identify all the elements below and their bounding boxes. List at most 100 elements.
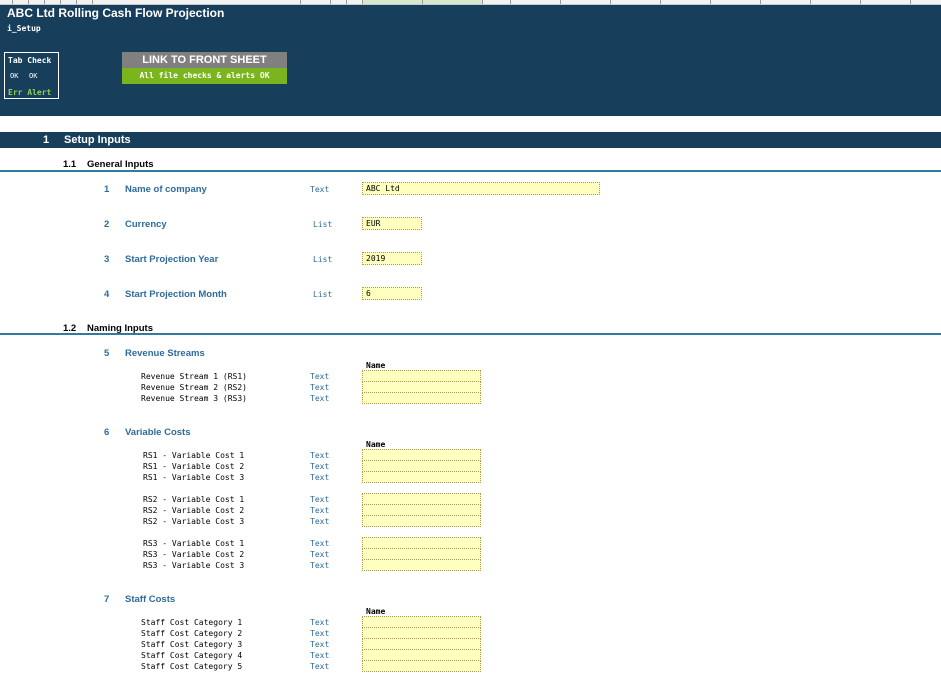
err-alert-label: Err Alert: [8, 88, 52, 97]
input-number: 3: [104, 254, 110, 265]
name-column-header: Name: [366, 361, 386, 370]
variable-cost-name-input[interactable]: [362, 559, 481, 571]
input-number: 5: [104, 348, 110, 359]
company-name-input[interactable]: ABC Ltd: [362, 182, 600, 195]
subsection-title: General Inputs: [87, 159, 154, 170]
column-divider: [362, 0, 363, 4]
column-divider: [710, 0, 711, 4]
row-type: Text: [310, 561, 330, 570]
sheet-name: i_Setup: [7, 24, 41, 33]
name-column-header: Name: [366, 607, 386, 616]
column-divider: [510, 0, 511, 4]
column-divider: [560, 0, 561, 4]
staff-cost-label: Staff Cost Category 3: [141, 640, 243, 649]
column-divider: [330, 0, 331, 4]
input-number: 7: [104, 594, 110, 605]
input-number: 6: [104, 427, 110, 438]
column-divider: [422, 0, 423, 4]
row-type: Text: [310, 506, 330, 515]
row-type: Text: [310, 640, 330, 649]
row-type: Text: [310, 517, 330, 526]
staff-cost-label: Staff Cost Category 1: [141, 618, 243, 627]
start-month-select[interactable]: 6: [362, 287, 422, 300]
variable-cost-name-input[interactable]: [362, 471, 481, 483]
row-type: Text: [310, 473, 330, 482]
variable-costs-title: Variable Costs: [125, 427, 191, 438]
variable-cost-label: RS3 - Variable Cost 1: [143, 539, 245, 548]
revenue-streams-title: Revenue Streams: [125, 348, 205, 359]
subsection-rule: [0, 170, 941, 172]
staff-cost-name-input[interactable]: [362, 660, 481, 672]
variable-cost-label: RS2 - Variable Cost 3: [143, 517, 245, 526]
currency-select[interactable]: EUR: [362, 217, 422, 230]
column-divider: [92, 0, 93, 4]
input-label-currency: Currency: [125, 219, 167, 230]
row-type: Text: [310, 495, 330, 504]
input-label-start-year: Start Projection Year: [125, 254, 219, 265]
variable-cost-label: RS2 - Variable Cost 2: [143, 506, 245, 515]
input-label-start-month: Start Projection Month: [125, 289, 227, 300]
column-divider: [760, 0, 761, 4]
revenue-stream-label: Revenue Stream 3 (RS3): [141, 394, 247, 403]
column-divider: [346, 0, 347, 4]
revenue-stream-name-input[interactable]: [362, 392, 481, 404]
row-type: Text: [310, 651, 330, 660]
file-checks-status: All file checks & alerts OK: [122, 68, 287, 84]
variable-cost-label: RS2 - Variable Cost 1: [143, 495, 245, 504]
input-type: List: [313, 255, 333, 264]
row-type: Text: [310, 462, 330, 471]
subsection-rule: [0, 333, 941, 335]
column-divider: [482, 0, 483, 4]
tab-check-status-2: OK: [29, 72, 38, 80]
column-divider: [300, 0, 301, 4]
section-band: [0, 132, 941, 148]
link-to-front-sheet-button[interactable]: LINK TO FRONT SHEET: [122, 52, 287, 68]
input-number: 4: [104, 289, 110, 300]
column-divider: [860, 0, 861, 4]
column-divider: [910, 0, 911, 4]
column-divider: [76, 0, 77, 4]
input-type: List: [313, 290, 333, 299]
variable-cost-label: RS1 - Variable Cost 3: [143, 473, 245, 482]
input-type: Text: [310, 185, 330, 194]
column-divider: [610, 0, 611, 4]
row-type: Text: [310, 372, 330, 381]
column-divider: [28, 0, 29, 4]
variable-cost-label: RS3 - Variable Cost 2: [143, 550, 245, 559]
row-type: Text: [310, 394, 330, 403]
tab-check-label: Tab Check: [8, 56, 52, 65]
row-type: Text: [310, 550, 330, 559]
variable-cost-name-input[interactable]: [362, 515, 481, 527]
staff-costs-title: Staff Costs: [125, 594, 176, 605]
section-title: Setup Inputs: [64, 134, 131, 146]
row-type: Text: [310, 539, 330, 548]
section-number: 1: [43, 134, 50, 146]
input-number: 1: [104, 184, 110, 195]
revenue-stream-label: Revenue Stream 1 (RS1): [141, 372, 247, 381]
variable-cost-label: RS3 - Variable Cost 3: [143, 561, 245, 570]
column-divider: [44, 0, 45, 4]
input-type: List: [313, 220, 333, 229]
variable-cost-label: RS1 - Variable Cost 2: [143, 462, 245, 471]
column-divider: [810, 0, 811, 4]
column-divider: [12, 0, 13, 4]
staff-cost-label: Staff Cost Category 5: [141, 662, 243, 671]
subsection-number: 1.1: [63, 159, 77, 170]
input-label-company: Name of company: [125, 184, 207, 195]
start-year-select[interactable]: 2019: [362, 252, 422, 265]
tab-check-status-1: OK: [10, 72, 19, 80]
staff-cost-label: Staff Cost Category 2: [141, 629, 243, 638]
row-type: Text: [310, 383, 330, 392]
revenue-stream-label: Revenue Stream 2 (RS2): [141, 383, 247, 392]
staff-cost-label: Staff Cost Category 4: [141, 651, 243, 660]
sheet-title: ABC Ltd Rolling Cash Flow Projection: [7, 6, 225, 20]
row-type: Text: [310, 662, 330, 671]
variable-cost-label: RS1 - Variable Cost 1: [143, 451, 245, 460]
column-divider: [60, 0, 61, 4]
row-type: Text: [310, 451, 330, 460]
row-type: Text: [310, 629, 330, 638]
row-type: Text: [310, 618, 330, 627]
column-divider: [660, 0, 661, 4]
input-number: 2: [104, 219, 110, 230]
tab-check-box: Tab Check OK OK Err Alert: [4, 52, 59, 99]
